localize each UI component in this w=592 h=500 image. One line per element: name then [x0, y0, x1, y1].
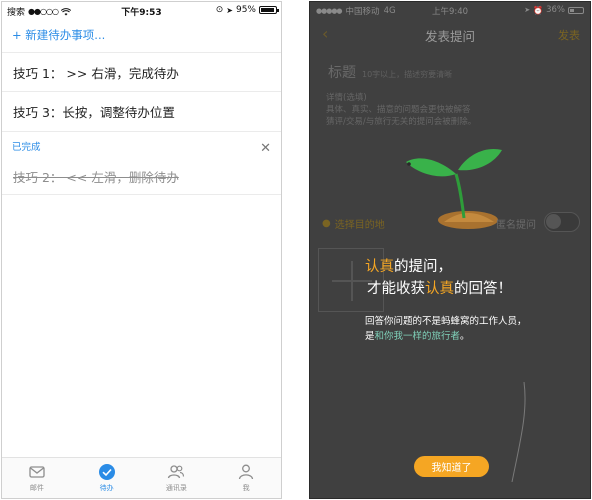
tab-todo[interactable]: 待办 — [72, 458, 142, 498]
mail-icon — [29, 466, 45, 478]
promo-subtext: 回答你问题的不是蚂蜂窝的工作人员， 是和你我一样的旅行者。 — [365, 316, 527, 342]
battery-percent: 36% — [546, 5, 565, 15]
got-it-button[interactable]: 我知道了 — [414, 456, 489, 477]
ask-question-screen: ●●●●● 中国移动 4G 上午9:40 ➤ ⏰ 36% ‹ 发表提问 发表 标… — [309, 1, 591, 499]
completed-section: 已完成 ✕ 技巧 2： << 左滑，删除待办 — [2, 133, 281, 195]
rotation-lock-icon: ⊙ — [215, 5, 224, 15]
contacts-icon — [168, 465, 185, 479]
anonymous-label: 匿名提问 — [496, 220, 536, 231]
battery-icon — [568, 6, 584, 14]
title-hint: 10字以上，描述穷要清晰 — [362, 70, 453, 79]
completed-todo-item[interactable]: 技巧 2： << 左滑，删除待办 — [13, 167, 179, 186]
title-label: 标题 — [328, 65, 356, 81]
todo-item[interactable]: 技巧 3：长按，调整待办位置 — [2, 92, 281, 132]
page-title: 发表提问 — [424, 29, 475, 44]
status-bar: 搜索 ●●○○○ 下午9:53 ⊙ ➤ 95% — [2, 2, 281, 19]
tab-mail[interactable]: 邮件 — [2, 458, 72, 498]
detail-hint: 具体、真实、描意的问题会更快被解答 — [326, 105, 471, 115]
check-circle-icon — [98, 464, 115, 480]
select-destination[interactable]: ● 选择目的地 — [322, 216, 385, 231]
new-todo-button[interactable]: + 新建待办事项... — [12, 27, 105, 43]
nav-bar: ‹ 发表提问 发表 — [310, 20, 590, 48]
location-arrow-icon: ➤ — [226, 5, 233, 15]
decorative-curve — [511, 382, 526, 482]
publish-button[interactable]: 发表 — [558, 27, 580, 43]
detail-label: 详情(选填) — [326, 93, 367, 103]
battery-percent: 95% — [235, 5, 256, 15]
todo-screen: 搜索 ●●○○○ 下午9:53 ⊙ ➤ 95% + 新建待办事项... 技巧 1… — [1, 1, 282, 499]
todo-item-label: 技巧 3：长按，调整待办位置 — [13, 105, 175, 120]
close-icon[interactable]: ✕ — [260, 141, 271, 156]
todo-item-label: 技巧 1： >> 右滑，完成待办 — [13, 65, 179, 81]
location-pin-icon: ● — [322, 218, 331, 229]
status-bar: ●●●●● 中国移动 4G 上午9:40 ➤ ⏰ 36% — [310, 2, 590, 18]
person-icon — [238, 464, 254, 480]
detail-hint: 猜评/交易/与旅行无关的提问会被删除。 — [326, 117, 477, 127]
tab-contacts[interactable]: 通讯录 — [142, 458, 212, 498]
anonymous-toggle[interactable] — [544, 212, 580, 232]
completed-label: 已完成 — [12, 142, 41, 153]
detail-field[interactable]: 详情(选填) 具体、真实、描意的问题会更快被解答 猜评/交易/与旅行无关的提问会… — [326, 92, 576, 128]
todo-item[interactable]: 技巧 1： >> 右滑，完成待办 — [2, 52, 281, 92]
title-field[interactable]: 标题 10字以上，描述穷要清晰 — [328, 62, 452, 82]
tab-bar: 邮件 待办 通讯录 我 — [2, 457, 281, 498]
screenshot: 搜索 ●●○○○ 下午9:53 ⊙ ➤ 95% + 新建待办事项... 技巧 1… — [0, 0, 592, 500]
promo-headline: 认真的提问， 才能收获认真的回答！ — [365, 259, 512, 297]
alarm-icon: ⏰ — [533, 5, 544, 15]
tab-me[interactable]: 我 — [211, 458, 281, 498]
battery-icon — [259, 6, 279, 14]
location-arrow-icon: ➤ — [524, 6, 531, 14]
